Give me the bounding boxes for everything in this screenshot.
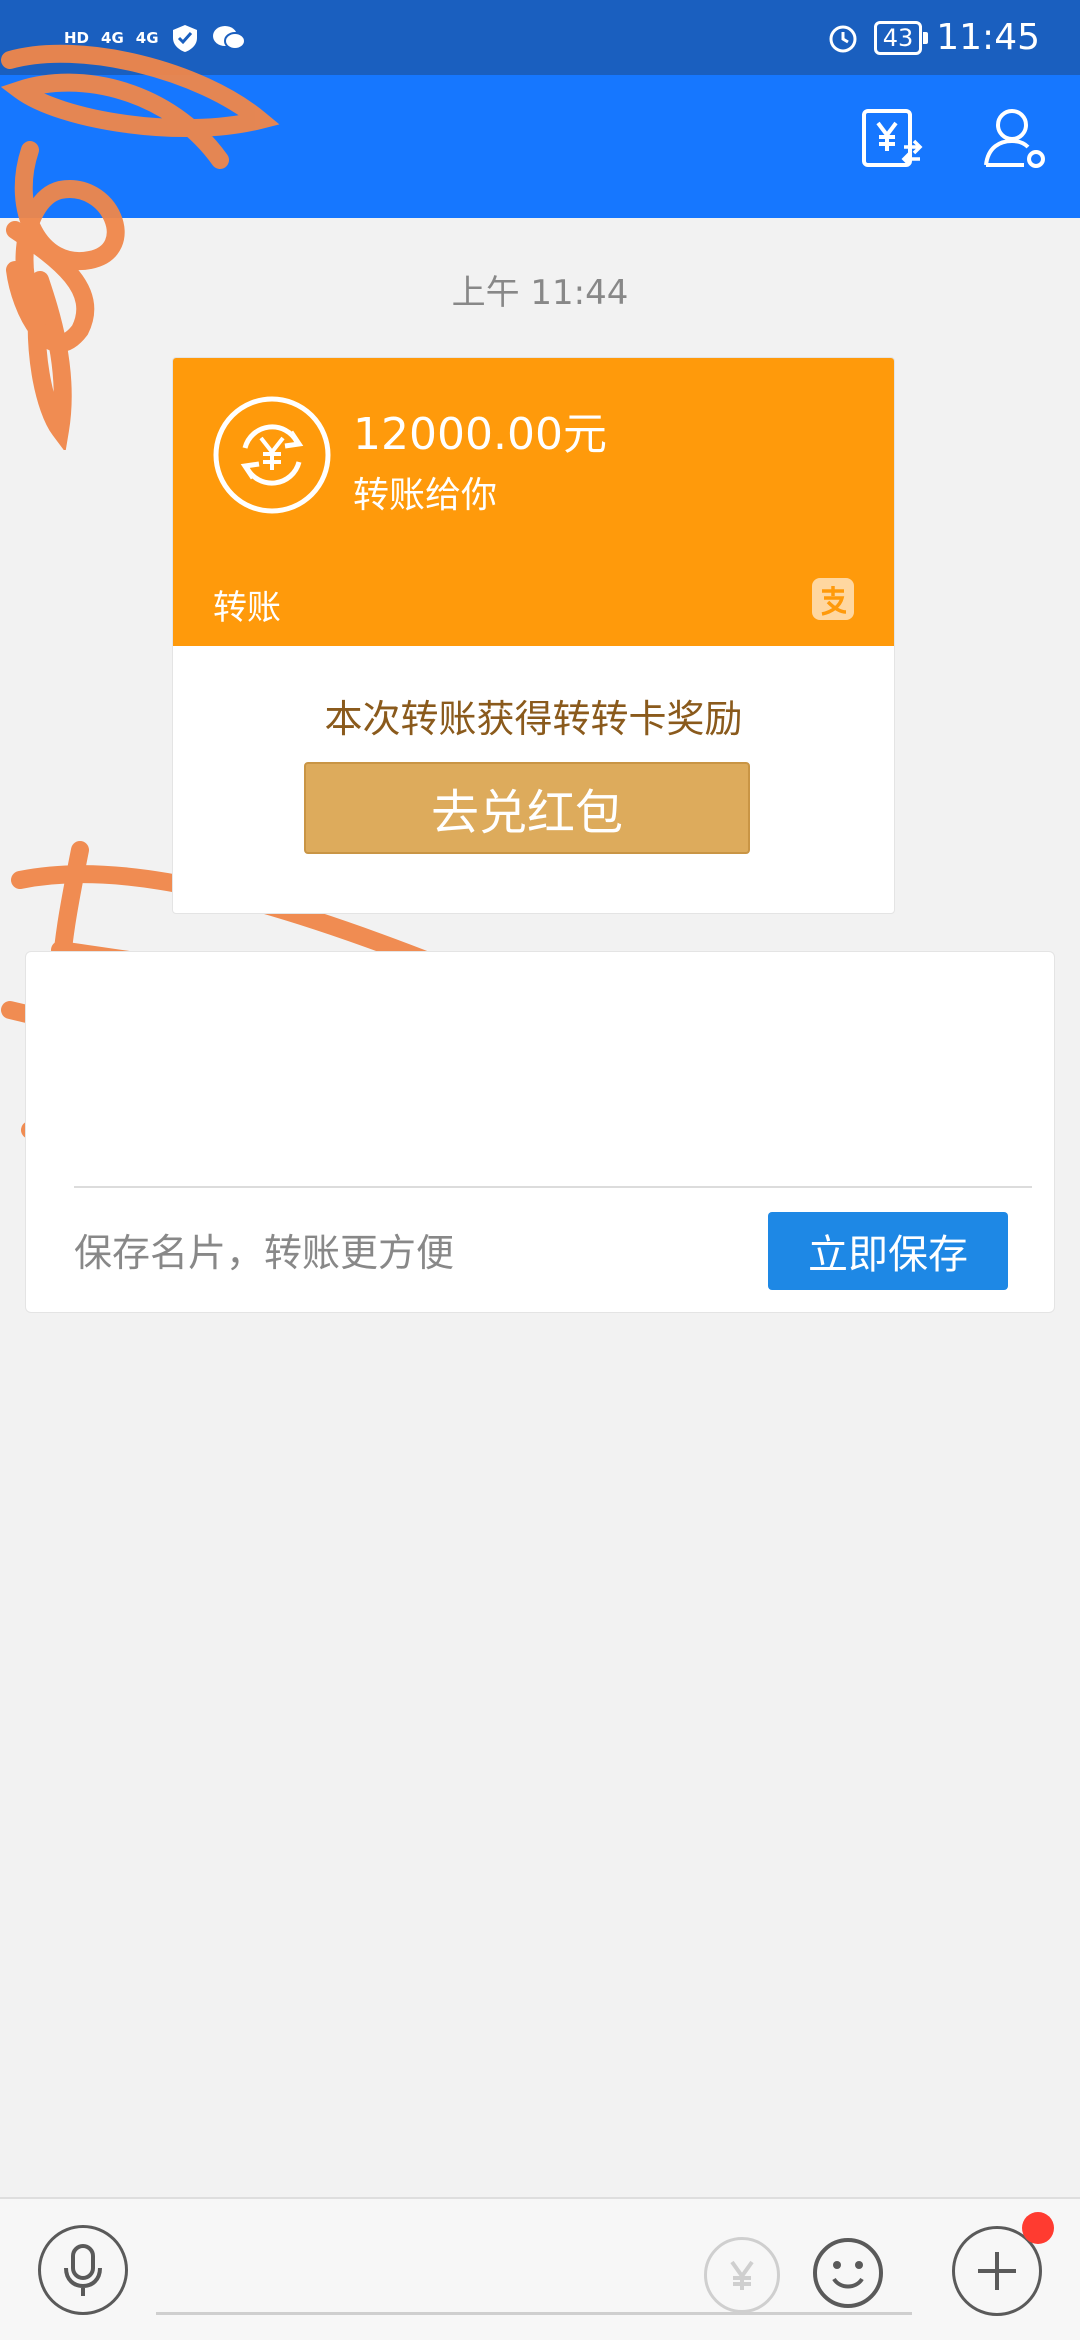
contact-settings-icon[interactable] — [980, 103, 1050, 173]
status-right: 43 11:45 — [826, 17, 1040, 58]
status-left: HD 4G 4G — [64, 23, 247, 53]
network-4g-label-2: 4G — [135, 28, 159, 47]
hd-label: HD — [64, 28, 90, 47]
message-timestamp: 上午 11:44 — [451, 273, 629, 313]
save-contact-hint: 保存名片，转账更方便 — [74, 1231, 455, 1275]
battery-indicator: 43 — [873, 20, 928, 55]
transfer-card-header: 12000.00元 转账给你 转账 — [173, 358, 894, 646]
alipay-icon — [812, 578, 854, 620]
transfer-subtitle: 转账给你 — [353, 475, 498, 516]
shield-icon — [172, 24, 197, 52]
transfer-message-card[interactable]: 12000.00元 转账给你 转账 本次转账获得转转卡奖励 去兑红包 — [172, 357, 895, 914]
microphone-icon — [64, 2244, 102, 2296]
reward-text: 本次转账获得转转卡奖励 — [324, 697, 743, 741]
wechat-icon — [212, 25, 246, 50]
save-contact-card: 保存名片，转账更方便 立即保存 — [25, 951, 1055, 1313]
transfer-amount: 12000.00元 — [353, 409, 607, 460]
plus-icon — [978, 2252, 1016, 2290]
chat-header — [0, 75, 1080, 218]
yuan-transfer-icon — [730, 2260, 754, 2290]
status-time: 11:45 — [936, 17, 1040, 58]
save-card-divider — [74, 1186, 1032, 1188]
status-bar: HD 4G 4G 43 11:45 — [0, 0, 1080, 75]
save-now-button[interactable]: 立即保存 — [768, 1212, 1008, 1290]
transfer-type-label: 转账 — [213, 588, 281, 628]
transfer-button[interactable] — [704, 2237, 780, 2313]
header-actions — [856, 103, 1050, 173]
notification-dot — [1022, 2212, 1054, 2244]
transfer-money-icon[interactable] — [856, 103, 926, 173]
voice-input-button[interactable] — [38, 2225, 128, 2315]
network-4g-label-1: 4G — [101, 28, 124, 47]
message-input[interactable] — [156, 2225, 912, 2315]
message-input-bar — [0, 2197, 1080, 2340]
emoji-icon[interactable] — [810, 2235, 886, 2311]
redeem-red-packet-button[interactable]: 去兑红包 — [304, 762, 750, 854]
transfer-circle-icon — [213, 396, 331, 514]
alarm-icon — [829, 25, 857, 52]
